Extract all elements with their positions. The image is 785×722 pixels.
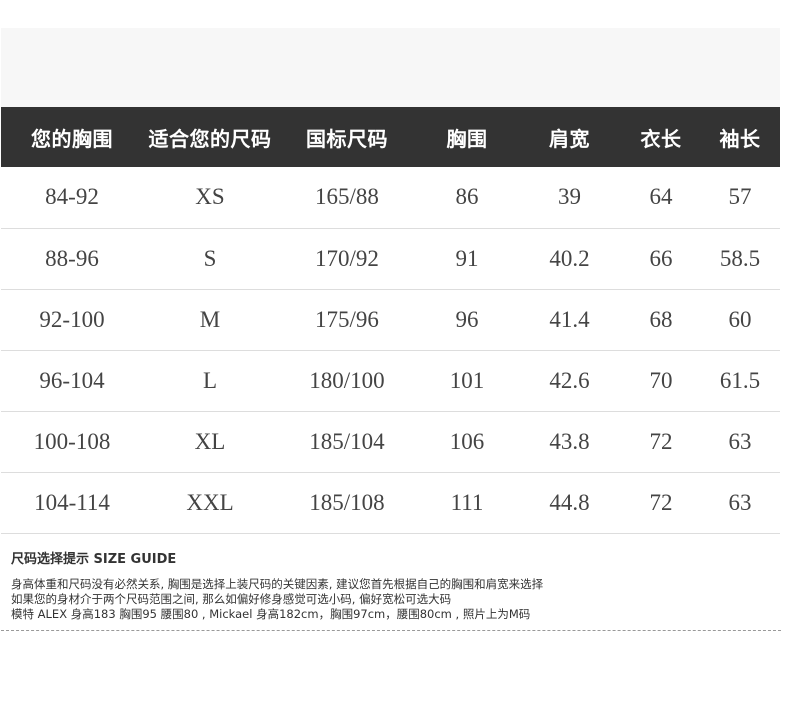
cell-shoulder: 39 [558, 184, 581, 210]
cell-your-chest: 92-100 [39, 306, 105, 332]
cell-national-size: 170/92 [315, 245, 379, 271]
cell-national-size: 175/96 [315, 306, 379, 332]
size-guide-line: 如果您的身材介于两个尺码范围之间, 那么如偏好修身感觉可选小码, 偏好宽松可选大… [11, 592, 452, 606]
cell-size: M [199, 306, 221, 332]
cell-your-chest: 96-104 [39, 367, 105, 393]
cell-length: 68 [649, 306, 673, 332]
cell-chest: 96 [455, 306, 479, 332]
header-recommended-size: 适合您的尺码 [148, 126, 272, 151]
cell-size: L [202, 367, 218, 393]
cell-national-size: 180/100 [309, 367, 385, 393]
cell-sleeve: 57 [728, 184, 752, 210]
cell-shoulder: 41.4 [549, 306, 590, 332]
top-banner-band [1, 28, 780, 107]
size-guide-line: 模特 ALEX 身高183 胸围95 腰围80 , Mickael 身高182c… [11, 607, 531, 621]
dashed-divider [1, 630, 781, 631]
cell-national-size: 185/104 [309, 428, 385, 454]
cell-size: XS [195, 184, 225, 210]
table-row: 96-104 L 180/100 101 42.6 70 61.5 [1, 350, 780, 411]
cell-length: 70 [649, 367, 673, 393]
table-row: 84-92 XS 165/88 86 39 64 57 [1, 167, 780, 228]
header-garment-length: 衣长 [640, 126, 682, 151]
cell-sleeve: 63 [728, 428, 752, 454]
header-sleeve-length: 袖长 [719, 126, 761, 151]
table-header-row: 您的胸围 适合您的尺码 国标尺码 胸围 肩宽 衣长 袖长 [1, 107, 780, 167]
table-row: 104-114 XXL 185/108 111 44.8 72 63 [1, 472, 780, 533]
cell-chest: 111 [450, 489, 484, 515]
cell-chest: 91 [455, 245, 479, 271]
cell-your-chest: 88-96 [45, 245, 99, 271]
cell-length: 72 [649, 428, 673, 454]
cell-your-chest: 104-114 [34, 489, 110, 515]
cell-chest: 86 [455, 184, 479, 210]
cell-size: XXL [186, 489, 234, 515]
cell-sleeve: 60 [728, 306, 752, 332]
cell-chest: 101 [449, 367, 485, 393]
table-row: 92-100 M 175/96 96 41.4 68 60 [1, 289, 780, 350]
cell-your-chest: 100-108 [33, 428, 111, 454]
header-national-size: 国标尺码 [306, 126, 388, 151]
table-row: 88-96 S 170/92 91 40.2 66 58.5 [1, 228, 780, 289]
cell-national-size: 165/88 [315, 184, 379, 210]
cell-length: 72 [649, 489, 673, 515]
size-guide: 尺码选择提示 SIZE GUIDE 身高体重和尺码没有必然关系, 胸围是选择上装… [11, 548, 781, 622]
cell-size: S [203, 245, 217, 271]
header-your-chest: 您的胸围 [31, 126, 113, 151]
cell-shoulder: 44.8 [549, 489, 590, 515]
cell-chest: 106 [449, 428, 485, 454]
cell-sleeve: 58.5 [719, 245, 761, 271]
cell-sleeve: 61.5 [719, 367, 761, 393]
cell-size: XL [194, 428, 226, 454]
cell-length: 64 [649, 184, 673, 210]
size-guide-line: 身高体重和尺码没有必然关系, 胸围是选择上装尺码的关键因素, 建议您首先根据自己… [11, 577, 544, 591]
table-row: 100-108 XL 185/104 106 43.8 72 63 [1, 411, 780, 472]
cell-shoulder: 43.8 [549, 428, 590, 454]
size-chart-table: 您的胸围 适合您的尺码 国标尺码 胸围 肩宽 衣长 袖长 84-92 XS 16… [1, 107, 780, 534]
cell-length: 66 [649, 245, 673, 271]
header-shoulder-width: 肩宽 [549, 126, 590, 151]
cell-sleeve: 63 [728, 489, 752, 515]
header-chest: 胸围 [446, 126, 488, 151]
cell-shoulder: 40.2 [549, 245, 590, 271]
cell-shoulder: 42.6 [549, 367, 590, 393]
cell-national-size: 185/108 [309, 489, 385, 515]
size-guide-title: 尺码选择提示 SIZE GUIDE [11, 552, 177, 567]
cell-your-chest: 84-92 [45, 184, 99, 210]
